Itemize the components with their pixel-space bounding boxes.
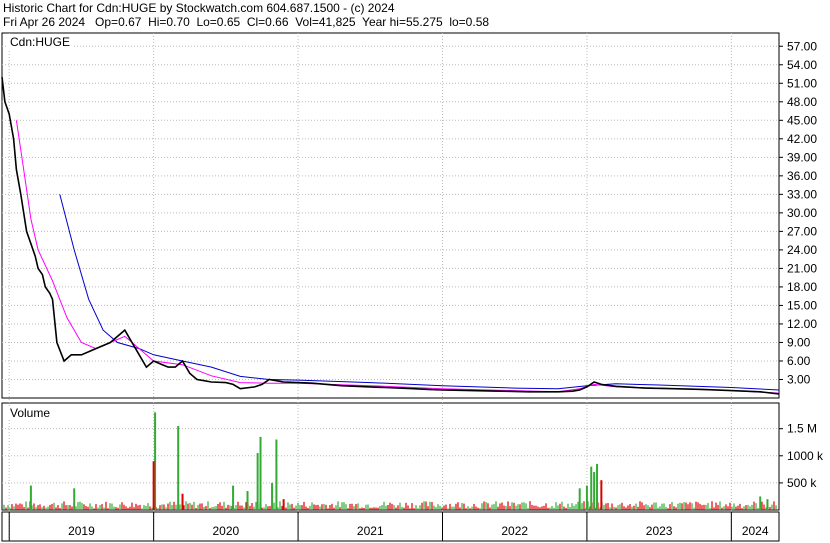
volume-tick-label: 500 k	[787, 476, 817, 490]
x-tick-label: 2021	[357, 524, 384, 538]
price-tick-label: 18.00	[787, 280, 817, 294]
price-tick-label: 9.00	[787, 335, 811, 349]
chart-header-title: Historic Chart for Cdn:HUGE by Stockwatc…	[3, 1, 395, 15]
volume-tick-label: 1000 k	[787, 449, 824, 463]
price-tick-label: 48.00	[787, 95, 817, 109]
chart-header-quote: Fri Apr 26 2024 Op=0.67 Hi=0.70 Lo=0.65 …	[3, 15, 490, 29]
price-tick-label: 21.00	[787, 261, 817, 275]
price-tick-label: 27.00	[787, 224, 817, 238]
x-tick-label: 2022	[501, 524, 528, 538]
volume-panel-label: Volume	[8, 406, 53, 420]
chart-canvas: 3.00 6.00 9.00 12.00 15.00 18.00 21.00 24.00 27.…	[1, 32, 824, 542]
volume-tick-label: 1.5 M	[787, 422, 817, 436]
price-tick-label: 39.00	[787, 150, 817, 164]
price-tick-label: 24.00	[787, 243, 817, 257]
price-tick-label: 42.00	[787, 132, 817, 146]
price-tick-label: 51.00	[787, 76, 817, 90]
price-tick-label: 33.00	[787, 187, 817, 201]
price-panel-label: Cdn:HUGE	[8, 35, 73, 49]
x-tick-label: 2024	[742, 524, 769, 538]
price-tick-label: 6.00	[787, 354, 811, 368]
price-tick-label: 36.00	[787, 169, 817, 183]
short-moving-average-line	[15, 120, 780, 394]
x-tick-label: 2023	[646, 524, 673, 538]
chart-container: 3.00 6.00 9.00 12.00 15.00 18.00 21.00 24.00 27.…	[0, 0, 830, 543]
price-tick-label: 3.00	[787, 372, 811, 386]
price-line	[1, 77, 780, 395]
price-tick-label: 30.00	[787, 206, 817, 220]
x-tick-label: 2019	[68, 524, 95, 538]
price-tick-label: 12.00	[787, 317, 817, 331]
price-tick-label: 54.00	[787, 58, 817, 72]
x-tick-label: 2020	[213, 524, 240, 538]
price-tick-label: 45.00	[787, 113, 817, 127]
price-tick-label: 15.00	[787, 298, 817, 312]
volume-panel-frame	[1, 402, 780, 511]
price-tick-label: 57.00	[787, 39, 817, 53]
